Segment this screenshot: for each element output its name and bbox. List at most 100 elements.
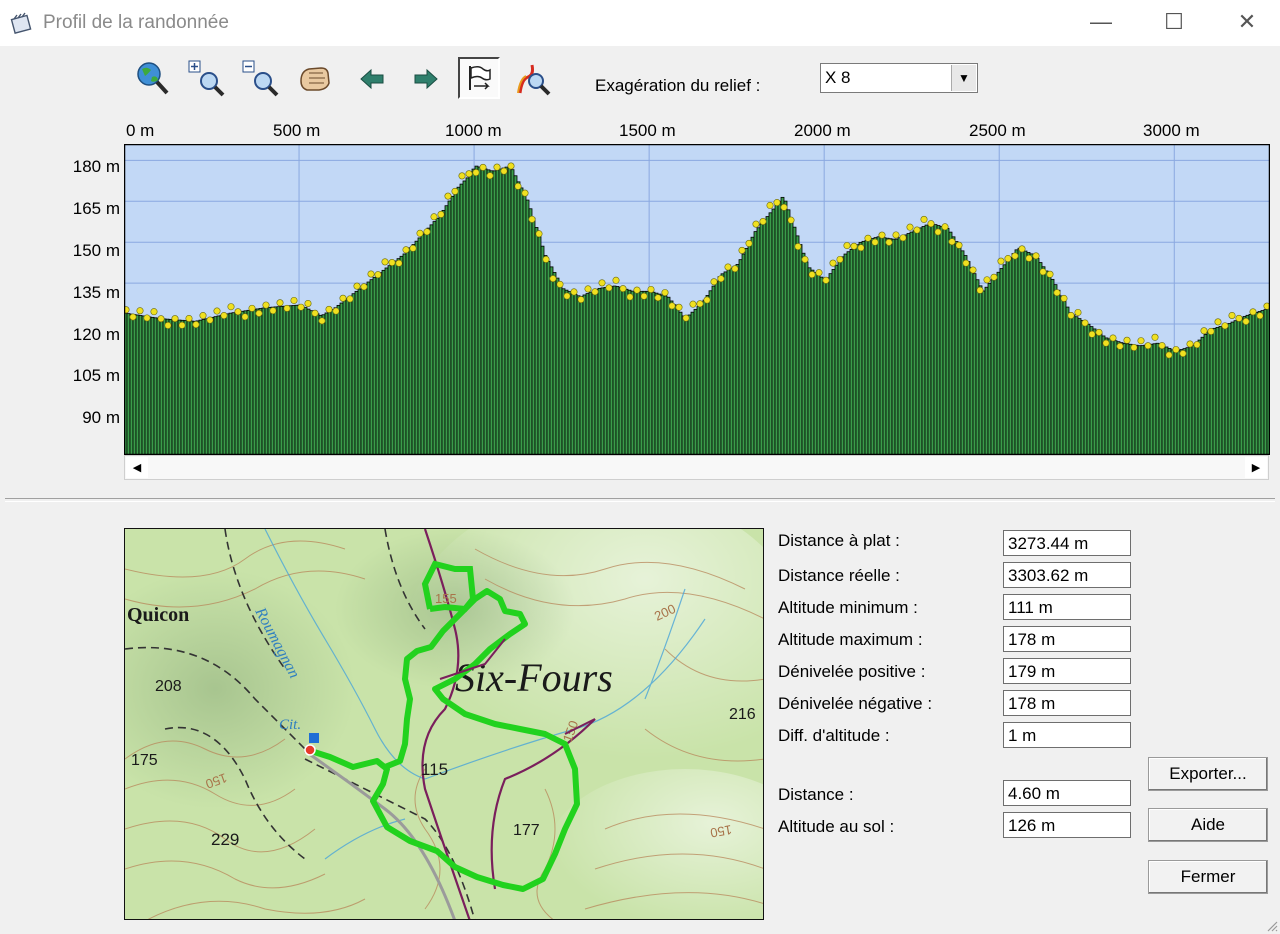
track-point: [990, 273, 998, 281]
chevron-down-icon[interactable]: ▼: [951, 65, 976, 91]
zoom-out-button[interactable]: [239, 57, 283, 101]
previous-button[interactable]: [350, 57, 394, 101]
terrain-bar: [300, 305, 305, 455]
terrain-bar: [486, 169, 491, 455]
terrain-bar: [435, 217, 440, 455]
track-point: [752, 220, 760, 228]
minimize-button[interactable]: —: [1066, 0, 1136, 44]
terrain-bar: [861, 240, 866, 455]
terrain-bar: [1110, 339, 1115, 455]
track-point: [1137, 337, 1145, 345]
close-window-button[interactable]: ✕: [1212, 0, 1280, 44]
scroll-left-icon[interactable]: ◀: [126, 457, 148, 478]
track-point: [920, 215, 928, 223]
flag-tool-button[interactable]: [458, 57, 500, 99]
elevation-profile-chart[interactable]: [124, 144, 1270, 455]
terrain-bar: [819, 276, 824, 455]
terrain-bar: [168, 318, 173, 455]
terrain-bar: [561, 288, 566, 455]
terrain-bar: [678, 311, 683, 455]
terrain-bar: [1260, 310, 1265, 455]
terrain-bar: [243, 310, 248, 455]
terrain-bar: [348, 295, 353, 455]
terrain-bar: [600, 287, 605, 455]
terrain-bar: [240, 310, 245, 455]
terrain-bar: [858, 241, 863, 455]
route-zoom-button[interactable]: [512, 57, 556, 101]
terrain-bar: [345, 297, 350, 455]
terrain-bar: [357, 288, 362, 455]
map-label-elev-229: 229: [211, 830, 239, 849]
terrain-bar: [1086, 323, 1091, 455]
track-point: [542, 255, 550, 263]
terrain-bar: [807, 267, 812, 455]
exaggeration-select[interactable]: X 8 ▼: [820, 63, 978, 93]
terrain-bar: [501, 167, 506, 455]
track-point: [234, 308, 242, 316]
x-tick-label: 3000 m: [1143, 121, 1200, 140]
terrain-bar: [606, 286, 611, 455]
terrain-bar: [1263, 309, 1268, 455]
help-button[interactable]: Aide: [1148, 808, 1268, 842]
track-point: [906, 223, 914, 231]
terrain-bar: [1155, 342, 1160, 455]
terrain-bar: [504, 166, 509, 455]
terrain-bar: [171, 319, 176, 455]
terrain-bar: [126, 313, 131, 455]
panel-separator[interactable]: [5, 498, 1275, 502]
profile-scrollbar[interactable]: ◀ ▶: [124, 455, 1269, 480]
track-point: [1207, 327, 1215, 335]
track-point: [675, 303, 683, 311]
map-canvas: Quicon Six-Fours 208 175 229 115 177 216…: [125, 529, 763, 919]
map-label-elev-175: 175: [131, 752, 158, 769]
track-point: [612, 276, 620, 284]
resize-grip-icon[interactable]: [1264, 918, 1278, 932]
terrain-bar: [387, 265, 392, 455]
track-point: [731, 265, 739, 273]
scroll-right-icon[interactable]: ▶: [1245, 457, 1267, 478]
terrain-bar: [828, 273, 833, 455]
zoom-globe-button[interactable]: [131, 57, 175, 101]
terrain-bar: [645, 290, 650, 455]
terrain-bar: [918, 227, 923, 455]
maximize-button[interactable]: ☐: [1139, 0, 1209, 44]
terrain-bar: [1167, 348, 1172, 455]
terrain-bar: [1050, 278, 1055, 455]
terrain-bar: [720, 273, 725, 455]
terrain-bar: [432, 221, 437, 455]
close-button[interactable]: Fermer: [1148, 860, 1268, 894]
track-point: [1081, 319, 1089, 327]
terrain-bar: [579, 295, 584, 455]
track-point: [955, 241, 963, 249]
zoom-in-button[interactable]: [185, 57, 229, 101]
track-point: [766, 201, 774, 209]
terrain-bar: [564, 289, 569, 455]
terrain-bar: [333, 307, 338, 455]
terrain-bar: [576, 295, 581, 455]
terrain-bar: [1179, 349, 1184, 455]
next-button[interactable]: [404, 57, 448, 101]
pan-button[interactable]: [293, 57, 337, 101]
terrain-bar: [309, 310, 314, 455]
track-point: [633, 286, 641, 294]
track-point: [283, 304, 291, 312]
terrain-bar: [792, 226, 797, 455]
terrain-bar: [192, 320, 197, 455]
terrain-bar: [615, 286, 620, 455]
terrain-bar: [1221, 325, 1226, 455]
zoom-out-icon: [242, 60, 279, 97]
terrain-bar: [483, 168, 488, 455]
track-point: [836, 255, 844, 263]
terrain-bar: [264, 307, 269, 455]
track-point: [1088, 330, 1096, 338]
track-point: [626, 293, 634, 301]
terrain-bar: [957, 245, 962, 455]
terrain-bar: [750, 236, 755, 455]
topographic-map[interactable]: Quicon Six-Fours 208 175 229 115 177 216…: [124, 528, 764, 920]
stat-value-elevation-loss: 178 m: [1003, 690, 1131, 716]
terrain-bar: [804, 261, 809, 455]
terrain-bar: [801, 252, 806, 455]
export-button[interactable]: Exporter...: [1148, 757, 1268, 791]
terrain-bar: [1212, 327, 1217, 455]
terrain-bar: [1188, 346, 1193, 455]
